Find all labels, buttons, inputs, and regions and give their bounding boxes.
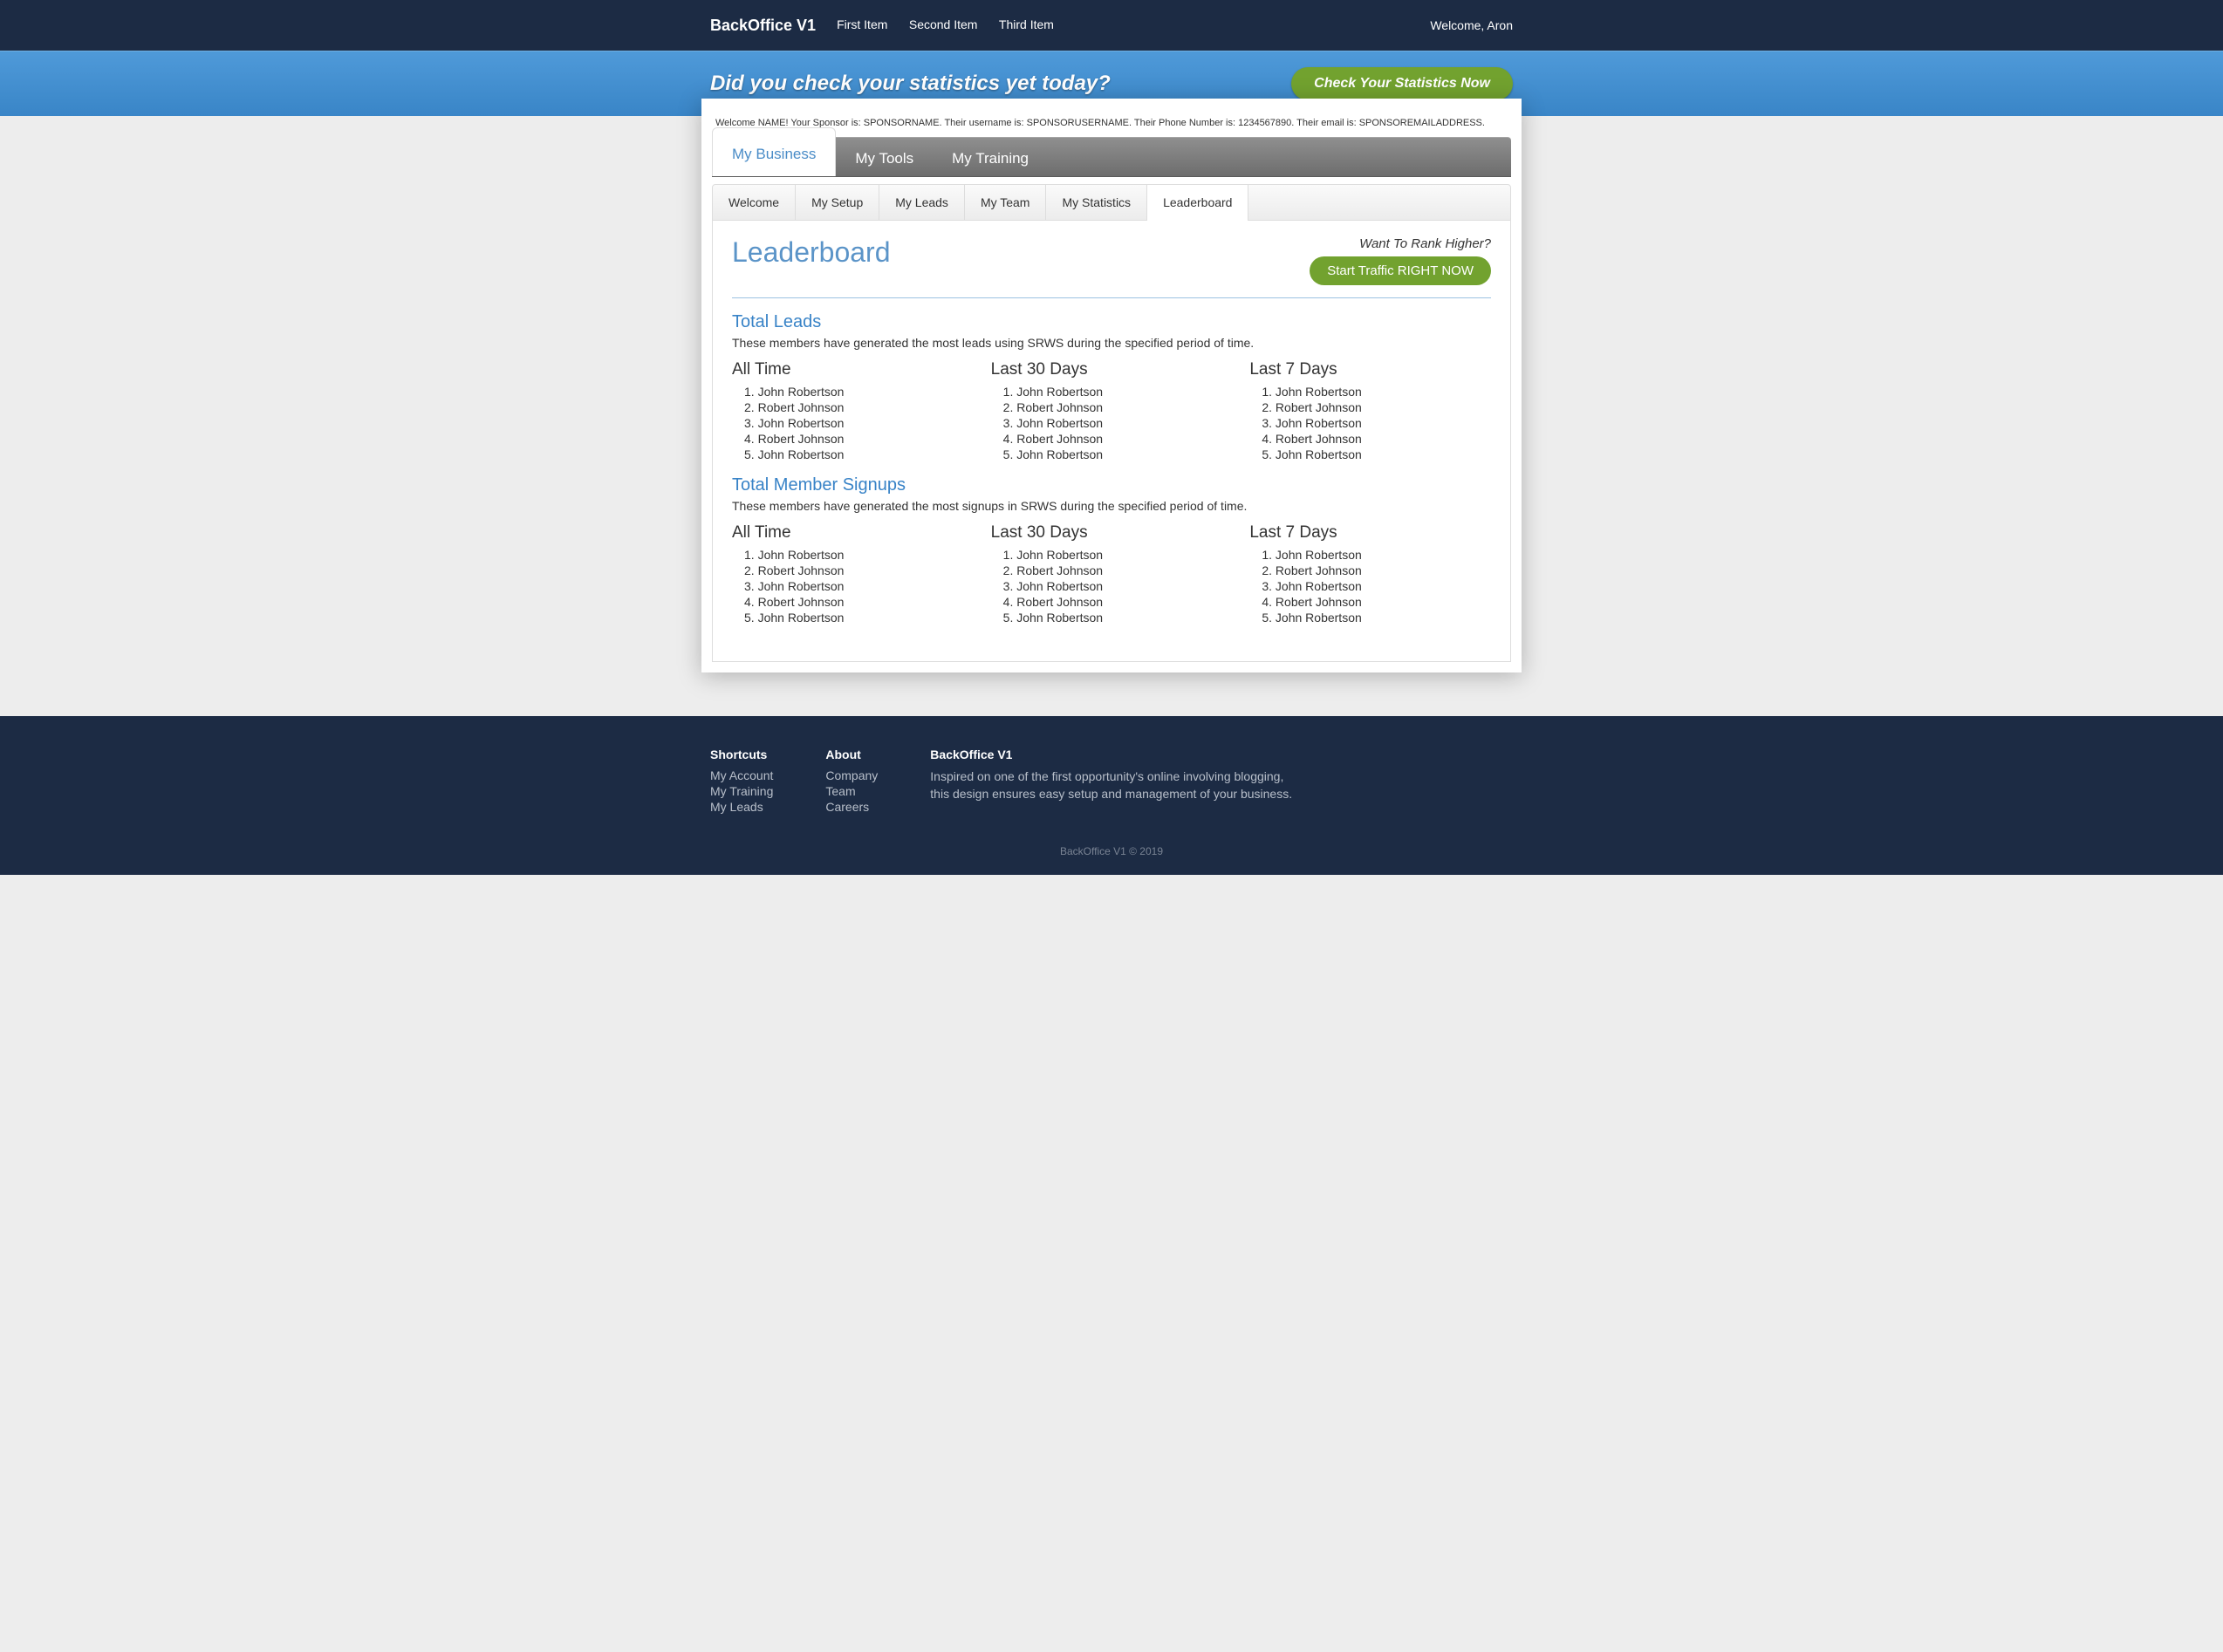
list-item: Robert Johnson	[744, 400, 974, 414]
col-heading: All Time	[732, 360, 974, 379]
footer-link-careers[interactable]: Careers	[825, 800, 878, 814]
footer-link-company[interactable]: Company	[825, 768, 878, 782]
footer-heading: BackOffice V1	[930, 747, 1296, 761]
footer-heading: Shortcuts	[710, 747, 773, 761]
footer-brand: BackOffice V1 Inspired on one of the fir…	[930, 747, 1296, 816]
start-traffic-button[interactable]: Start Traffic RIGHT NOW	[1310, 256, 1491, 285]
list-item: John Robertson	[744, 447, 974, 461]
footer-link-team[interactable]: Team	[825, 784, 878, 798]
subtab-my-leads[interactable]: My Leads	[879, 185, 965, 220]
footer-heading: About	[825, 747, 878, 761]
signups-all-time: All Time John Robertson Robert Johnson J…	[732, 523, 974, 626]
section-title: Total Leads	[732, 312, 1491, 332]
brand-logo[interactable]: BackOffice V1	[710, 17, 816, 35]
footer-about: About Company Team Careers	[825, 747, 878, 816]
footer-brand-desc: Inspired on one of the first opportunity…	[930, 768, 1296, 802]
list-item: John Robertson	[1262, 548, 1491, 562]
nav-item-first[interactable]: First Item	[837, 17, 887, 31]
list-item: John Robertson	[1003, 416, 1233, 430]
page-title: Leaderboard	[732, 236, 890, 269]
subtab-my-team[interactable]: My Team	[965, 185, 1047, 220]
list-item: John Robertson	[1262, 611, 1491, 625]
footer-link-my-account[interactable]: My Account	[710, 768, 773, 782]
subtab-welcome[interactable]: Welcome	[713, 185, 796, 220]
list-item: Robert Johnson	[744, 563, 974, 577]
footer-link-my-training[interactable]: My Training	[710, 784, 773, 798]
list-item: John Robertson	[744, 611, 974, 625]
list-item: John Robertson	[1003, 579, 1233, 593]
footer: Shortcuts My Account My Training My Lead…	[0, 716, 2223, 875]
signups-last-7: Last 7 Days John Robertson Robert Johnso…	[1249, 523, 1491, 626]
list-item: Robert Johnson	[1003, 595, 1233, 609]
leads-all-time: All Time John Robertson Robert Johnson J…	[732, 360, 974, 463]
list-item: John Robertson	[1003, 447, 1233, 461]
leads-last-30: Last 30 Days John Robertson Robert Johns…	[991, 360, 1233, 463]
list-item: John Robertson	[1262, 447, 1491, 461]
list-item: John Robertson	[1262, 579, 1491, 593]
section-desc: These members have generated the most le…	[732, 336, 1491, 350]
col-heading: Last 30 Days	[991, 360, 1233, 379]
list-item: John Robertson	[1003, 548, 1233, 562]
list-item: Robert Johnson	[1003, 400, 1233, 414]
list-item: Robert Johnson	[1262, 400, 1491, 414]
list-item: John Robertson	[1003, 611, 1233, 625]
list-item: Robert Johnson	[1003, 563, 1233, 577]
rank-question: Want To Rank Higher?	[1310, 236, 1491, 251]
tab-my-tools[interactable]: My Tools	[836, 138, 933, 176]
col-heading: Last 30 Days	[991, 523, 1233, 543]
main-tabs: My Business My Tools My Training	[712, 137, 1511, 177]
footer-link-my-leads[interactable]: My Leads	[710, 800, 773, 814]
main-card: Welcome NAME! Your Sponsor is: SPONSORNA…	[701, 99, 1522, 672]
footer-shortcuts: Shortcuts My Account My Training My Lead…	[710, 747, 773, 816]
section-title: Total Member Signups	[732, 475, 1491, 495]
tab-my-training[interactable]: My Training	[933, 138, 1048, 176]
list-item: John Robertson	[744, 385, 974, 399]
sub-tabs: Welcome My Setup My Leads My Team My Sta…	[712, 184, 1511, 221]
section-desc: These members have generated the most si…	[732, 499, 1491, 513]
col-heading: Last 7 Days	[1249, 360, 1491, 379]
list-item: John Robertson	[1003, 385, 1233, 399]
check-statistics-button[interactable]: Check Your Statistics Now	[1291, 67, 1513, 100]
nav-item-second[interactable]: Second Item	[909, 17, 978, 31]
content-area: Leaderboard Want To Rank Higher? Start T…	[712, 221, 1511, 662]
col-heading: All Time	[732, 523, 974, 543]
section-total-signups: Total Member Signups These members have …	[732, 475, 1491, 626]
list-item: John Robertson	[744, 548, 974, 562]
subtab-my-setup[interactable]: My Setup	[796, 185, 879, 220]
leads-last-7: Last 7 Days John Robertson Robert Johnso…	[1249, 360, 1491, 463]
subtab-my-statistics[interactable]: My Statistics	[1046, 185, 1147, 220]
topbar: BackOffice V1 First Item Second Item Thi…	[0, 0, 2223, 51]
top-nav: First Item Second Item Third Item	[837, 17, 1071, 33]
section-total-leads: Total Leads These members have generated…	[732, 312, 1491, 463]
list-item: Robert Johnson	[744, 432, 974, 446]
subtab-leaderboard[interactable]: Leaderboard	[1147, 185, 1248, 220]
hero-title: Did you check your statistics yet today?	[710, 72, 1111, 96]
tab-my-business[interactable]: My Business	[712, 127, 836, 176]
list-item: Robert Johnson	[744, 595, 974, 609]
footer-copyright: BackOffice V1 © 2019	[0, 845, 2223, 857]
list-item: Robert Johnson	[1262, 563, 1491, 577]
list-item: Robert Johnson	[1003, 432, 1233, 446]
col-heading: Last 7 Days	[1249, 523, 1491, 543]
signups-last-30: Last 30 Days John Robertson Robert Johns…	[991, 523, 1233, 626]
list-item: John Robertson	[744, 579, 974, 593]
welcome-user[interactable]: Welcome, Aron	[1430, 18, 1513, 32]
nav-item-third[interactable]: Third Item	[999, 17, 1054, 31]
list-item: John Robertson	[1262, 416, 1491, 430]
list-item: Robert Johnson	[1262, 432, 1491, 446]
list-item: John Robertson	[1262, 385, 1491, 399]
list-item: John Robertson	[744, 416, 974, 430]
list-item: Robert Johnson	[1262, 595, 1491, 609]
